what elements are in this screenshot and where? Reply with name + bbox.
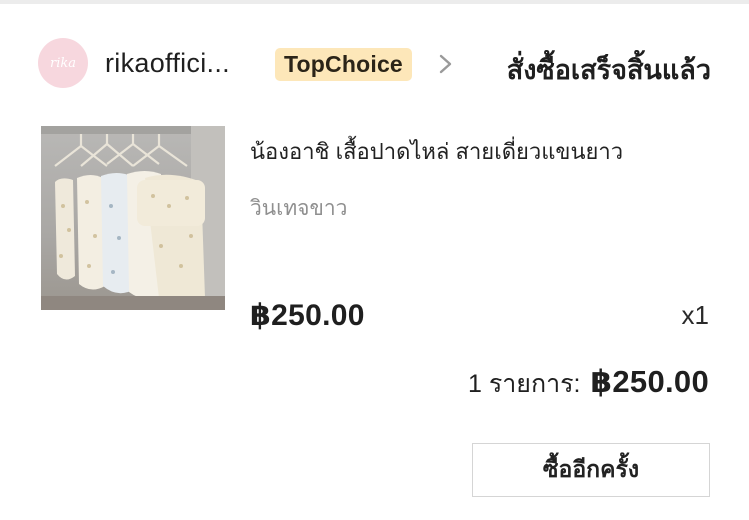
- product-title[interactable]: น้องอาชิ เสื้อปาดไหล่ สายเดี่ยวแขนยาว: [250, 134, 623, 169]
- product-quantity: x1: [681, 300, 709, 330]
- avatar-logo-text: rika: [50, 55, 76, 71]
- product-photo-icon: [41, 126, 225, 310]
- product-price: ฿250.00: [250, 299, 365, 332]
- chevron-right-icon[interactable]: [435, 49, 457, 79]
- buy-again-button[interactable]: ซื้ออีกครั้ง: [472, 443, 710, 497]
- item-count-label: 1 รายการ:: [467, 370, 581, 398]
- product-image[interactable]: [41, 126, 225, 310]
- shop-avatar[interactable]: rika: [38, 38, 88, 88]
- order-card: rika rikaoffici... TopChoice สั่งซื้อเสร…: [0, 0, 749, 520]
- order-total: 1 รายการ: ฿250.00: [468, 364, 709, 404]
- top-choice-badge: TopChoice: [275, 48, 412, 81]
- product-variant: วินเทจขาว: [250, 197, 348, 220]
- order-status: สั่งซื้อเสร็จสิ้นแล้ว: [506, 55, 711, 85]
- shop-header[interactable]: rika rikaoffici... TopChoice สั่งซื้อเสร…: [38, 38, 711, 94]
- total-amount: ฿250.00: [590, 364, 709, 399]
- shop-name[interactable]: rikaoffici...: [105, 48, 230, 79]
